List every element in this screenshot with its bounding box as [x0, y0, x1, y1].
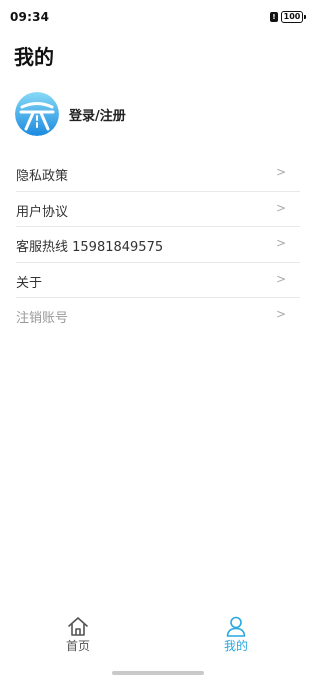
settings-menu: 隐私政策 > 用户协议 > 客服热线 15981849575 > 关于 > 注销… — [16, 156, 300, 334]
menu-item-label: 注销账号 — [16, 311, 69, 326]
page-title: 我的 — [14, 45, 54, 69]
login-row[interactable]: 登录/注册 — [15, 92, 300, 136]
menu-item-label: 用户协议 — [16, 204, 69, 220]
chevron-right-icon: > — [275, 200, 286, 215]
menu-item-about[interactable]: 关于 > — [16, 263, 300, 298]
status-time: 09:34 — [10, 10, 50, 24]
home-icon — [67, 615, 89, 637]
menu-item-user-agreement[interactable]: 用户协议 > — [16, 192, 300, 227]
tab-home[interactable]: 首页 — [48, 612, 108, 657]
bottom-tab-bar: 首页 我的 — [0, 612, 315, 657]
chevron-right-icon: > — [275, 165, 286, 179]
menu-item-customer-hotline[interactable]: 客服热线 15981849575 > — [16, 227, 300, 263]
user-icon — [225, 615, 247, 637]
road-logo-icon — [15, 92, 59, 136]
tab-me[interactable]: 我的 — [206, 612, 266, 657]
chevron-right-icon: > — [275, 271, 286, 286]
home-indicator — [112, 671, 204, 675]
menu-item-label: 隐私政策 — [16, 169, 69, 184]
battery-icon: 100 — [281, 11, 306, 23]
login-register-link[interactable]: 登录/注册 — [69, 105, 126, 124]
chevron-right-icon: > — [275, 307, 286, 321]
menu-item-label: 客服热线 15981849575 — [16, 240, 164, 255]
menu-item-privacy-policy[interactable]: 隐私政策 > — [16, 156, 300, 192]
menu-item-delete-account[interactable]: 注销账号 > — [16, 298, 300, 334]
tab-label: 首页 — [65, 639, 90, 653]
menu-item-label: 关于 — [16, 275, 43, 291]
chevron-right-icon: > — [275, 236, 286, 250]
tab-label: 我的 — [223, 639, 248, 653]
status-bar: 09:34 ! 100 — [0, 0, 315, 34]
alert-icon: ! — [270, 12, 278, 22]
